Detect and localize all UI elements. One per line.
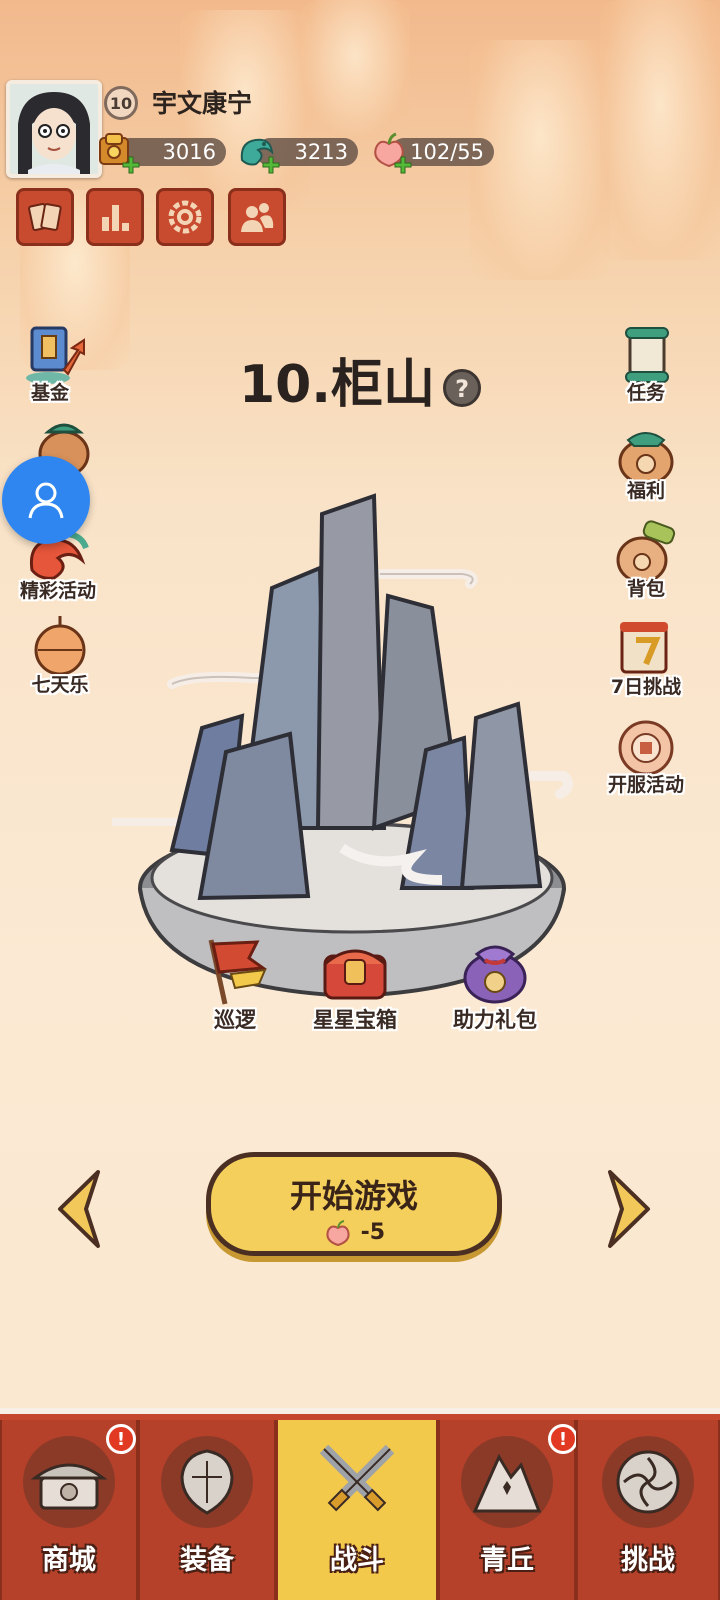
coin-bundle-icon[interactable] (96, 130, 140, 174)
challenge-icon (602, 1436, 694, 1528)
side-item-7day-challenge-label: 7日挑战 (610, 676, 682, 698)
side-item-seven-days[interactable]: 七天乐 (10, 614, 110, 697)
player-level-badge: 10 (104, 86, 138, 120)
equipment-icon (161, 1436, 253, 1528)
next-stage-arrow[interactable] (604, 1168, 654, 1250)
start-game-button[interactable]: 开始游戏 -5 (206, 1152, 502, 1256)
side-item-welfare[interactable]: 福利 (596, 420, 696, 503)
start-game-label: 开始游戏 (289, 1177, 418, 1215)
assist-giftbag-icon (463, 945, 527, 1004)
friends-icon (241, 203, 274, 232)
shop-icon (23, 1436, 115, 1528)
qingqiu-mountain-icon (461, 1436, 553, 1528)
user-icon (28, 482, 64, 519)
assist-gift-button[interactable]: 助力礼包 (430, 934, 560, 1034)
previous-stage-arrow[interactable] (54, 1168, 104, 1250)
battle-swords-icon (311, 1436, 403, 1528)
floating-assistant-button[interactable] (2, 456, 90, 544)
settings-icon (168, 200, 202, 234)
tab-qingqiu-label: 青丘 (480, 1545, 534, 1576)
tab-equipment[interactable]: 装备 (138, 1420, 276, 1600)
help-button[interactable]: ? (443, 369, 482, 407)
jade-dragon-icon[interactable] (236, 130, 280, 174)
settings-button[interactable] (156, 188, 214, 246)
side-item-server-event[interactable]: 开服活动 (596, 714, 696, 797)
tab-battle[interactable]: 战斗 (276, 1420, 438, 1600)
shop-notification-badge: ! (106, 1424, 136, 1454)
chevron-left-icon (58, 1170, 100, 1248)
star-chest-label: 星星宝箱 (313, 1008, 397, 1032)
cards-button[interactable] (16, 188, 74, 246)
stage-mountain-illustration[interactable] (108, 488, 592, 1008)
background-lantern (600, 0, 720, 260)
assist-gift-label: 助力礼包 (453, 1008, 537, 1032)
cards-icon (28, 202, 62, 232)
start-cost: -5 (211, 1219, 497, 1247)
tab-battle-label: 战斗 (330, 1545, 384, 1576)
stage-name: 10.柜山 (238, 355, 436, 415)
patrol-button[interactable]: 巡逻 (170, 934, 300, 1034)
player-name: 宇文康宁 (152, 89, 253, 118)
side-item-server-event-label: 开服活动 (607, 774, 684, 796)
tab-challenge-label: 挑战 (621, 1545, 675, 1576)
side-item-backpack[interactable]: 背包 (596, 518, 696, 601)
tab-shop-label: 商城 (42, 1545, 96, 1576)
side-item-7day-challenge[interactable]: 7日挑战 (596, 616, 696, 699)
stamina-value: 102/55 (410, 140, 484, 164)
star-chest-button[interactable]: 星星宝箱 (290, 934, 420, 1034)
player-avatar[interactable] (6, 80, 102, 178)
ranking-button[interactable] (86, 188, 144, 246)
avatar-portrait-icon (10, 84, 98, 174)
add-coin-icon (122, 156, 140, 174)
add-stamina-icon (394, 156, 412, 174)
tab-equipment-label: 装备 (180, 1545, 234, 1576)
patrol-label: 巡逻 (214, 1008, 256, 1032)
tab-challenge[interactable]: 挑战 (576, 1420, 720, 1600)
background-lantern (300, 0, 410, 140)
coin-value: 3016 (162, 140, 216, 164)
friends-button[interactable] (228, 188, 286, 246)
patrol-flag-icon (208, 939, 268, 1005)
ranking-icon (102, 205, 129, 231)
chevron-right-icon (608, 1170, 650, 1248)
peach-icon[interactable] (368, 130, 412, 174)
qingqiu-notification-badge: ! (548, 1424, 578, 1454)
side-item-tasks[interactable]: 任务 (596, 322, 696, 405)
jade-value: 3213 (294, 140, 348, 164)
side-item-events-label: 精彩活动 (19, 580, 96, 602)
start-cost-value: -5 (360, 1220, 386, 1245)
star-chest-icon (323, 949, 387, 1000)
side-item-fund[interactable]: 基金 (0, 322, 100, 405)
peach-icon (326, 1220, 350, 1247)
add-jade-icon (262, 156, 280, 174)
